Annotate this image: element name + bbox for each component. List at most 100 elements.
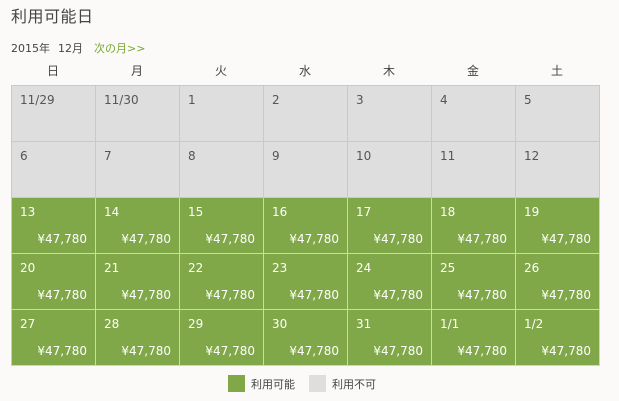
weekday-mon: 月 (130, 64, 143, 78)
day-number: 13 (20, 205, 36, 219)
day-price: ¥47,780 (541, 344, 591, 358)
calendar-day-unavailable: 5 (516, 86, 600, 142)
day-number: 6 (20, 149, 28, 163)
calendar-day-unavailable: 12 (516, 142, 600, 198)
calendar-day-available[interactable]: 21 ¥47,780 (96, 254, 180, 310)
calendar-day-available[interactable]: 28 ¥47,780 (96, 310, 180, 366)
calendar-day-available[interactable]: 13 ¥47,780 (12, 198, 96, 254)
day-price: ¥47,780 (37, 232, 87, 246)
calendar-day-unavailable: 4 (432, 86, 516, 142)
weekday-wed: 水 (298, 64, 311, 78)
day-number: 12 (524, 149, 540, 163)
day-price: ¥47,780 (37, 344, 87, 358)
weekday-fri: 金 (466, 64, 479, 78)
calendar-day-available[interactable]: 29 ¥47,780 (180, 310, 264, 366)
current-year: 2015年 (11, 42, 50, 55)
weekday-sat: 土 (550, 64, 563, 78)
day-price: ¥47,780 (121, 288, 171, 302)
day-number: 16 (272, 205, 288, 219)
calendar-day-available[interactable]: 25 ¥47,780 (432, 254, 516, 310)
next-month-link[interactable]: 次の月>> (94, 40, 145, 56)
calendar-day-unavailable: 6 (12, 142, 96, 198)
availability-calendar: 11/29 11/30 1 2 3 4 5 6 7 8 9 10 11 12 13 ¥47,780 14 ¥47,… (11, 85, 600, 366)
calendar-day-available[interactable]: 14 ¥47,780 (96, 198, 180, 254)
day-number: 27 (20, 317, 36, 331)
calendar-day-available[interactable]: 30 ¥47,780 (264, 310, 348, 366)
day-number: 21 (104, 261, 120, 275)
calendar-day-available[interactable]: 16 ¥47,780 (264, 198, 348, 254)
day-number: 28 (104, 317, 120, 331)
day-price: ¥47,780 (541, 232, 591, 246)
day-number: 23 (272, 261, 288, 275)
day-number: 1 (188, 93, 196, 107)
unavailable-swatch (309, 375, 326, 392)
legend-unavailable-label: 利用不可 (332, 377, 376, 391)
day-number: 1/2 (524, 317, 544, 331)
weekday-header: 日 月 火 水 木 金 土 (11, 62, 599, 79)
day-number: 4 (440, 93, 448, 107)
day-price: ¥47,780 (541, 288, 591, 302)
day-number: 31 (356, 317, 372, 331)
calendar-day-available[interactable]: 20 ¥47,780 (12, 254, 96, 310)
day-number: 29 (188, 317, 204, 331)
calendar-week-row: 11/29 11/30 1 2 3 4 5 (12, 86, 600, 142)
day-price: ¥47,780 (205, 232, 255, 246)
calendar-day-available[interactable]: 18 ¥47,780 (432, 198, 516, 254)
calendar-day-available[interactable]: 31 ¥47,780 (348, 310, 432, 366)
weekday-tue: 火 (214, 64, 227, 78)
page-title: 利用可能日 (11, 7, 94, 26)
day-number: 24 (356, 261, 372, 275)
legend-available-label: 利用可能 (251, 377, 295, 391)
day-number: 9 (272, 149, 280, 163)
day-number: 7 (104, 149, 112, 163)
day-number: 11/30 (104, 93, 139, 107)
calendar-week-row: 6 7 8 9 10 11 12 (12, 142, 600, 198)
calendar-day-unavailable: 11/30 (96, 86, 180, 142)
day-number: 8 (188, 149, 196, 163)
calendar-day-available[interactable]: 27 ¥47,780 (12, 310, 96, 366)
day-number: 1/1 (440, 317, 460, 331)
calendar-day-available[interactable]: 19 ¥47,780 (516, 198, 600, 254)
calendar-day-available[interactable]: 26 ¥47,780 (516, 254, 600, 310)
day-number: 18 (440, 205, 456, 219)
calendar-day-unavailable: 3 (348, 86, 432, 142)
calendar-day-available[interactable]: 24 ¥47,780 (348, 254, 432, 310)
calendar-day-available[interactable]: 17 ¥47,780 (348, 198, 432, 254)
day-number: 17 (356, 205, 372, 219)
day-number: 25 (440, 261, 456, 275)
day-price: ¥47,780 (457, 344, 507, 358)
calendar-day-unavailable: 9 (264, 142, 348, 198)
calendar-week-row: 27 ¥47,780 28 ¥47,780 29 ¥47,780 30 ¥47,780 31 ¥4… (12, 310, 600, 366)
day-number: 22 (188, 261, 204, 275)
calendar-legend: 利用可能 利用不可 (228, 375, 376, 392)
calendar-day-unavailable: 1 (180, 86, 264, 142)
calendar-day-unavailable: 7 (96, 142, 180, 198)
weekday-thu: 木 (382, 64, 395, 78)
calendar-day-available[interactable]: 1/2 ¥47,780 (516, 310, 600, 366)
day-price: ¥47,780 (121, 232, 171, 246)
day-price: ¥47,780 (373, 288, 423, 302)
calendar-day-available[interactable]: 15 ¥47,780 (180, 198, 264, 254)
calendar-day-available[interactable]: 23 ¥47,780 (264, 254, 348, 310)
calendar-week-row: 20 ¥47,780 21 ¥47,780 22 ¥47,780 23 ¥47,780 24 ¥4… (12, 254, 600, 310)
day-number: 20 (20, 261, 36, 275)
day-number: 11 (440, 149, 456, 163)
day-price: ¥47,780 (289, 288, 339, 302)
day-number: 3 (356, 93, 364, 107)
day-price: ¥47,780 (37, 288, 87, 302)
day-price: ¥47,780 (373, 344, 423, 358)
day-number: 30 (272, 317, 288, 331)
day-number: 26 (524, 261, 540, 275)
calendar-day-available[interactable]: 1/1 ¥47,780 (432, 310, 516, 366)
day-price: ¥47,780 (373, 232, 423, 246)
day-number: 10 (356, 149, 372, 163)
calendar-day-unavailable: 11/29 (12, 86, 96, 142)
calendar-day-available[interactable]: 22 ¥47,780 (180, 254, 264, 310)
calendar-day-unavailable: 11 (432, 142, 516, 198)
weekday-sun: 日 (46, 64, 59, 78)
day-number: 15 (188, 205, 204, 219)
day-price: ¥47,780 (121, 344, 171, 358)
day-price: ¥47,780 (289, 232, 339, 246)
day-number: 2 (272, 93, 280, 107)
calendar-week-row: 13 ¥47,780 14 ¥47,780 15 ¥47,780 16 ¥47,780 17 ¥4… (12, 198, 600, 254)
